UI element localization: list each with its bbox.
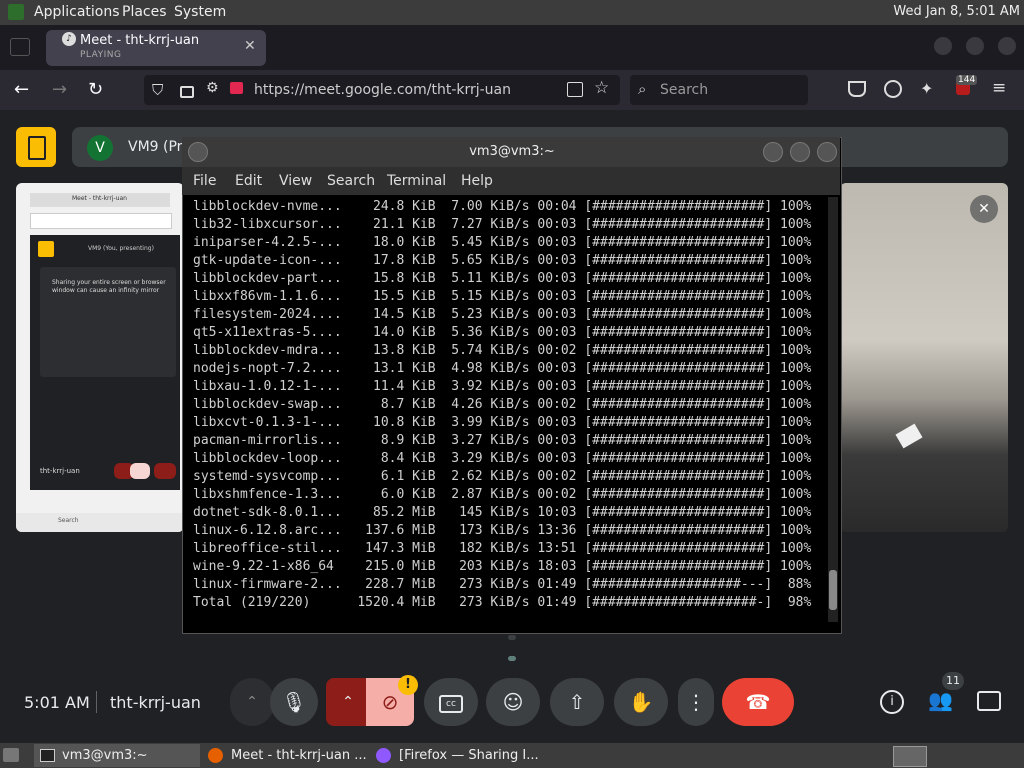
account-icon[interactable]: [884, 80, 902, 98]
more-options-button[interactable]: ⋮: [678, 678, 714, 726]
clock[interactable]: Wed Jan 8, 5:01 AM: [893, 4, 1020, 19]
top-panel: Applications Places System Wed Jan 8, 5:…: [0, 0, 1024, 25]
firefox-icon: [208, 748, 223, 763]
search-icon: ⌕: [638, 80, 647, 98]
url-text[interactable]: https://meet.google.com/tht-krrj-uan: [254, 82, 511, 98]
hand-icon: ✋: [628, 690, 654, 714]
minimize-button[interactable]: [934, 37, 952, 55]
preview-warning: Sharing your entire screen or browser wi…: [40, 267, 176, 377]
taskbar-label-terminal: vm3@vm3:~: [62, 748, 148, 763]
shared-screen-tile[interactable]: Meet - tht-krrj-uan VM9 (You, presenting…: [16, 183, 184, 532]
page-indicator-dot: [508, 635, 516, 640]
search-input[interactable]: Search: [660, 82, 708, 98]
present-button[interactable]: ⇧: [550, 678, 604, 726]
extension-badge: 144: [956, 75, 978, 85]
forward-icon[interactable]: →: [52, 79, 67, 100]
captions-button[interactable]: cc: [424, 678, 478, 726]
terminal-minimize-button[interactable]: [763, 142, 783, 162]
back-icon[interactable]: ←: [14, 79, 29, 100]
present-screen-icon: ⇧: [568, 690, 586, 714]
preview-cam-button: [130, 463, 150, 479]
microphone-icon: 🎙: [281, 690, 307, 714]
meeting-time: 5:01 AM: [24, 693, 90, 712]
maximize-button[interactable]: [966, 37, 984, 55]
terminal-scrollbar[interactable]: [828, 197, 838, 622]
taskbar-item-sharing[interactable]: [Firefox — Sharing I...: [399, 744, 539, 767]
leave-call-button[interactable]: ☎: [722, 678, 794, 726]
preview-urlbar: [30, 213, 172, 229]
preview-code: tht-krrj-uan: [40, 467, 80, 475]
audio-options-button[interactable]: ⌃: [230, 678, 274, 726]
tab-title: Meet - tht-krrj-uan: [80, 33, 200, 48]
terminal-close-button[interactable]: [817, 142, 837, 162]
preview-search: Search: [58, 517, 79, 524]
divider: [96, 691, 97, 713]
tab-playing-label: PLAYING: [80, 50, 122, 60]
mic-button[interactable]: 🎙: [270, 678, 318, 726]
pocket-icon[interactable]: [848, 81, 866, 97]
people-icon[interactable]: 👥: [928, 688, 953, 712]
bookmark-star-icon[interactable]: ☆: [594, 78, 609, 98]
preview-tab-title: Meet - tht-krrj-uan: [72, 195, 127, 202]
chat-icon[interactable]: [977, 691, 1001, 711]
close-window-button[interactable]: [998, 37, 1016, 55]
terminal-maximize-button[interactable]: [790, 142, 810, 162]
screen-share-icon[interactable]: [230, 82, 243, 94]
reader-view-icon[interactable]: [567, 82, 583, 97]
permissions-icon[interactable]: ⚙: [206, 80, 219, 96]
show-desktop-icon[interactable]: [3, 748, 19, 762]
meeting-code: tht-krrj-uan: [110, 693, 201, 712]
terminal-menu-edit[interactable]: Edit: [235, 173, 262, 189]
reload-icon[interactable]: ↻: [88, 79, 103, 100]
light-reflection: [895, 423, 923, 449]
phone-hangup-icon: ☎: [745, 690, 771, 714]
taskbar-item-meet[interactable]: Meet - tht-krrj-uan ...: [231, 744, 367, 767]
extensions-icon[interactable]: ✦: [920, 79, 933, 98]
terminal-menu-search[interactable]: Search: [327, 173, 375, 189]
lock-icon[interactable]: [180, 86, 194, 98]
workspace-switcher[interactable]: [893, 746, 927, 767]
raise-hand-button[interactable]: ✋: [614, 678, 668, 726]
terminal-menu-help[interactable]: Help: [461, 173, 493, 189]
camera-off-icon: ⊘: [381, 690, 399, 714]
emoji-button[interactable]: ☺: [486, 678, 540, 726]
preview-logo: [38, 241, 54, 257]
places-menu[interactable]: Places: [122, 4, 167, 20]
terminal-output[interactable]: libblockdev-nvme... 24.8 KiB 7.00 KiB/s …: [193, 198, 811, 612]
shield-icon[interactable]: ⛉: [152, 81, 163, 99]
terminal-menu-file[interactable]: File: [193, 173, 216, 189]
system-menu[interactable]: System: [174, 4, 226, 20]
applications-menu[interactable]: Applications: [34, 4, 120, 20]
preview-taskbar: [16, 513, 184, 532]
firefox-icon-2: [376, 748, 391, 763]
speaker-icon[interactable]: ♪: [62, 32, 76, 46]
page-indicator-dot-active: [508, 656, 516, 661]
search-bar[interactable]: [630, 75, 808, 105]
participant-video-tile[interactable]: [840, 183, 1008, 532]
menu-hamburger-icon[interactable]: ≡: [992, 78, 1006, 98]
emoji-icon: ☺: [502, 690, 524, 714]
preview-end-button: [154, 463, 176, 479]
preview-warning-text: Sharing your entire screen or browser wi…: [52, 279, 166, 294]
firefox-view-icon[interactable]: [10, 38, 30, 56]
tab-close-icon[interactable]: ✕: [244, 38, 256, 54]
people-count-badge: 11: [942, 672, 964, 690]
info-icon[interactable]: i: [880, 690, 904, 714]
mic-off-icon: ✕: [970, 195, 998, 223]
captions-icon: cc: [439, 694, 463, 713]
terminal-menu-terminal[interactable]: Terminal: [387, 173, 446, 189]
terminal-menu-view[interactable]: View: [279, 173, 312, 189]
terminal-title: vm3@vm3:~: [469, 144, 555, 159]
more-vert-icon: ⋮: [686, 690, 706, 714]
warning-badge: !: [398, 675, 418, 695]
preview-presenting-label: VM9 (You, presenting): [88, 245, 154, 252]
video-options-button[interactable]: ⌃: [326, 678, 370, 726]
app-menu-icon[interactable]: [8, 4, 24, 20]
terminal-scroll-thumb[interactable]: [829, 570, 837, 610]
terminal-app-icon: [40, 749, 55, 762]
